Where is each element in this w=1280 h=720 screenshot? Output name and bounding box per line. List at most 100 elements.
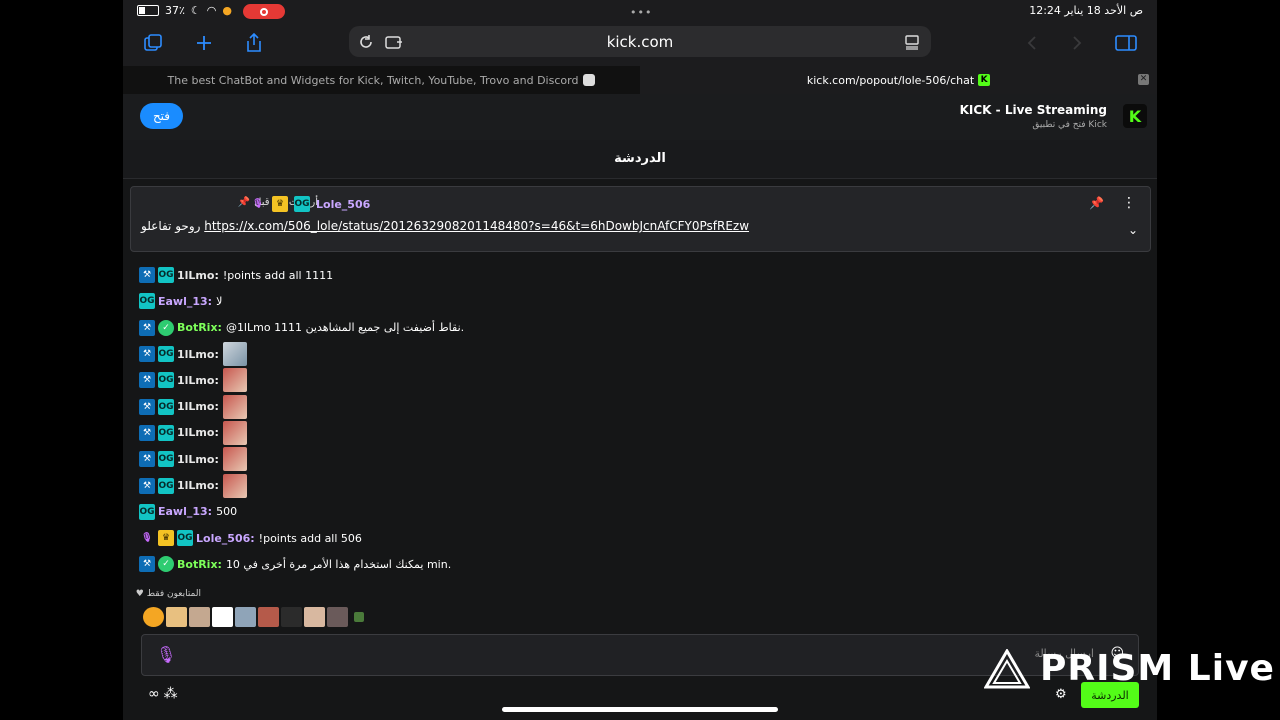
status-left: 37٪ ☾ ◠ ● (137, 4, 232, 17)
emote-item[interactable] (235, 607, 256, 627)
back-icon[interactable] (1019, 30, 1045, 56)
og-badge-icon: OG (158, 424, 174, 441)
emote-image[interactable] (222, 368, 247, 393)
emote-item[interactable] (281, 607, 302, 627)
emote-item[interactable] (354, 612, 364, 622)
app-banner: فتح KICK - Live Streaming فتح في تطبيق K… (123, 94, 1157, 140)
pin-small-icon: 📌 (237, 197, 251, 208)
emote-image[interactable] (222, 342, 247, 367)
moderator-badge-icon: ⚒ (139, 398, 155, 415)
emote-item[interactable] (304, 607, 325, 627)
emote-image[interactable] (222, 447, 247, 472)
og-badge-icon: OG (158, 372, 174, 389)
multitasking-dots-icon[interactable]: ••• (630, 6, 652, 19)
heart-icon: ♥ (135, 589, 144, 599)
chat-message-text: يمكنك استخدام هذا الأمر مرة أخرى في 10 m… (225, 557, 452, 571)
forward-icon[interactable] (1064, 30, 1090, 56)
screen-recording-indicator[interactable] (243, 4, 285, 19)
chat-message-text: !points add all 506 (258, 531, 362, 545)
prism-brand: PRISM Live (1040, 648, 1275, 689)
chat-message: ⚒ OG 1lLmo: (139, 472, 1139, 498)
emote-item[interactable] (327, 607, 348, 627)
tabs-overview-icon[interactable] (140, 30, 166, 56)
chat-username[interactable]: 1lLmo: (177, 400, 219, 413)
address-bar[interactable]: kick.com (349, 26, 931, 57)
chat-username[interactable]: 1lLmo: (177, 269, 219, 282)
tab-label: kick.com/popout/lole-506/chat (806, 73, 975, 87)
share-icon[interactable] (241, 30, 267, 56)
sidebar-icon[interactable] (1113, 30, 1139, 56)
chat-username[interactable]: BotRix: (177, 558, 222, 571)
open-app-button[interactable]: فتح (140, 103, 183, 129)
dots-cluster-icon[interactable]: ⁂ (164, 686, 178, 702)
emote-item[interactable] (212, 607, 233, 627)
home-indicator[interactable] (502, 707, 778, 712)
emote-item[interactable] (258, 607, 279, 627)
og-badge-icon: OG (158, 477, 174, 494)
new-tab-icon[interactable] (191, 30, 217, 56)
chat-username[interactable]: 1lLmo: (177, 479, 219, 492)
infinity-icon[interactable]: ∞ (148, 686, 160, 702)
chat-message: OG Eawl_13: 500 (139, 499, 1139, 525)
pin-icon[interactable]: 📌 (1089, 196, 1104, 210)
emote-image[interactable] (222, 394, 247, 419)
gear-icon[interactable]: ⚙ (1055, 687, 1067, 702)
chat-message: ⚒ OG 1lLmo: (139, 341, 1139, 367)
chat-username[interactable]: 1lLmo: (177, 374, 219, 387)
banner-subtitle: فتح في تطبيق Kick (1032, 120, 1107, 130)
chat-username[interactable]: Eawl_13: (158, 505, 212, 518)
clock: 12:24 ص الأحد 18 يناير (1029, 4, 1143, 17)
pinned-username[interactable]: Lole_506 (316, 198, 370, 211)
chat-title: الدردشة (614, 151, 666, 166)
verified-badge-icon: ✓ (158, 319, 174, 336)
more-options-icon[interactable]: ⋮ (1122, 195, 1136, 211)
emote-image[interactable] (222, 473, 247, 498)
verified-badge-icon: ✓ (158, 556, 174, 573)
emote-row (143, 607, 364, 627)
emote-item[interactable] (143, 607, 164, 627)
pinned-text-prefix: روحو تفاعلو (141, 219, 201, 233)
reader-icon[interactable] (899, 29, 925, 55)
crown-badge-icon: ♛ (272, 196, 288, 212)
pinned-link[interactable]: https://x.com/506_lole/status/2012632908… (204, 219, 749, 233)
ipad-screen: 37٪ ☾ ◠ ● ••• 12:24 ص الأحد 18 يناير kic… (123, 0, 1157, 720)
battery-level: 37٪ (165, 4, 185, 17)
emote-image[interactable] (222, 420, 247, 445)
chat-message: ⚒ OG 1lLmo: (139, 367, 1139, 393)
og-badge-icon: OG (158, 451, 174, 468)
chat-message: 🎙 ♛ OG Lole_506: !points add all 506 (139, 525, 1139, 551)
emote-item[interactable] (189, 607, 210, 627)
close-tab-icon[interactable]: ✕ (1138, 74, 1149, 85)
chat-username[interactable]: Eawl_13: (158, 295, 212, 308)
chat-username[interactable]: Lole_506: (196, 532, 255, 545)
chat-header: الدردشة (123, 140, 1157, 179)
mic-badge-icon: 🎙 (252, 199, 264, 209)
chat-message: ⚒ ✓ BotRix: @1lLmo 1111 نقاط أضيفت إلى جميع… (139, 315, 1139, 341)
prism-logo-icon (984, 648, 1030, 688)
moderator-badge-icon: ⚒ (139, 556, 155, 573)
browser-toolbar: kick.com (123, 22, 1157, 66)
chat-username[interactable]: BotRix: (177, 321, 222, 334)
og-badge-icon: OG (177, 530, 193, 547)
tab-chatbot[interactable]: The best ChatBot and Widgets for Kick, T… (123, 66, 640, 94)
pinned-user: 🎙 ♛ OG Lole_506 (250, 196, 374, 212)
chevron-down-icon[interactable]: ⌄ (1128, 223, 1138, 237)
battery-icon (137, 5, 159, 16)
chat-username[interactable]: 1lLmo: (177, 426, 219, 439)
tab-kick-chat[interactable]: kick.com/popout/lole-506/chat K ✕ (640, 66, 1157, 94)
moderator-badge-icon: ⚒ (139, 372, 155, 389)
kick-logo-icon: K (1123, 104, 1147, 128)
chat-username[interactable]: 1lLmo: (177, 348, 219, 361)
status-bar: 37٪ ☾ ◠ ● ••• 12:24 ص الأحد 18 يناير (123, 0, 1157, 22)
followers-only-label: ♥ المتابعون فقط (136, 589, 201, 599)
chat-username[interactable]: 1lLmo: (177, 453, 219, 466)
chat-messages: ⚒ OG 1lLmo: !points add all 1111 OG Eawl_13: ل… (139, 262, 1139, 578)
microphone-icon[interactable]: 🎙 (156, 645, 176, 664)
pinned-message[interactable]: 📌 أرسلت من قبل 🎙 ♛ OG Lole_506 روحو تفاع… (130, 186, 1151, 252)
emote-item[interactable] (166, 607, 187, 627)
record-icon (260, 7, 268, 16)
followers-only-text: المتابعون فقط (146, 589, 201, 599)
moderator-badge-icon: ⚒ (139, 267, 155, 284)
tab-bar: The best ChatBot and Widgets for Kick, T… (123, 66, 1157, 94)
crown-badge-icon: ♛ (158, 530, 174, 547)
